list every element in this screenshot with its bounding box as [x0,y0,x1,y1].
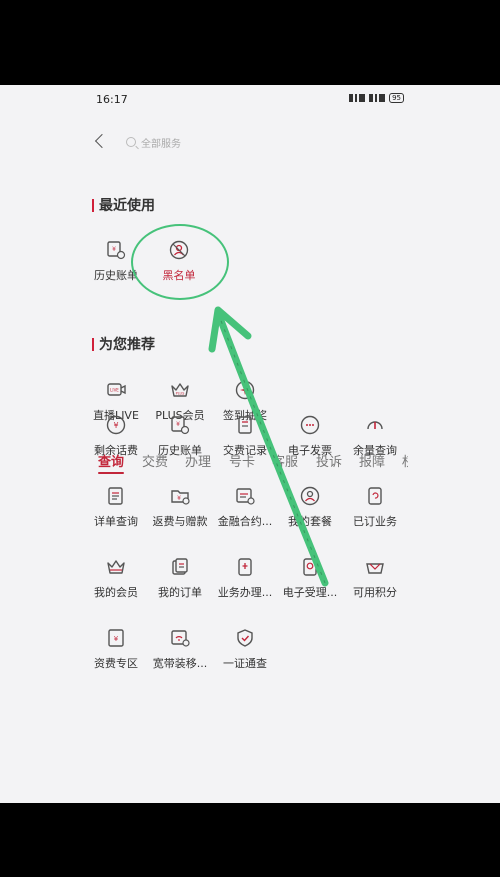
status-bar: 16:17 95 [96,93,404,109]
e-invoice-icon [300,415,320,435]
broadband-icon [171,630,190,647]
tariff-icon: ¥ [108,629,124,647]
search-icon [126,137,136,147]
rebate-folder-icon: ¥ [171,490,190,505]
service-item-label: 宽带装移... [152,657,208,670]
service-item-label: 电子受理... [282,586,338,599]
recent-section-title: 最近使用 [92,195,155,215]
service-item-label: 业务办理... [217,586,273,599]
status-icons: 95 [349,93,404,103]
service-item-label: 剩余话费 [94,444,138,457]
service-item[interactable]: 一证通查 [209,627,281,671]
bill-history-icon: ¥ [107,241,126,260]
svg-text:¥: ¥ [113,421,118,430]
crown-icon: PLUS [171,383,189,397]
service-item-label: 我的订单 [158,586,202,599]
service-item[interactable]: 详单查询 [80,485,152,529]
svg-text:¥: ¥ [112,246,116,253]
service-item[interactable]: 可用积分 [339,556,411,600]
svg-text:¥: ¥ [176,421,180,428]
app-screen: 16:17 95 全部服务 最近使用 ¥ 历史账单 黑名单 为您推荐 LIVE … [0,85,500,803]
top-bar: 全部服务 [92,131,408,153]
my-plan-icon [300,486,320,506]
search-placeholder: 全部服务 [141,138,181,150]
back-button[interactable] [92,131,110,153]
service-item-label: 余量查询 [353,444,397,457]
service-item-label: 我的套餐 [288,515,332,528]
service-item-label: 返费与赠款 [152,515,208,528]
service-item[interactable]: 余量查询 [339,414,411,458]
crown-icon [107,560,125,574]
service-item[interactable]: 业务办理... [209,556,281,600]
service-item[interactable]: 金融合约... [209,485,281,529]
service-item-label: 金融合约... [217,515,273,528]
svg-text:PLUS: PLUS [176,392,185,396]
service-item[interactable]: ¥ 剩余话费 [80,414,152,458]
highlight-circle [131,224,229,300]
service-item-label: 电子发票 [288,444,332,457]
service-item-label: 我的会员 [94,586,138,599]
service-item[interactable]: 宽带装移... [144,627,216,671]
e-accept-icon [303,558,317,576]
service-item-label: 资费专区 [94,657,138,670]
service-item[interactable]: ¥ 资费专区 [80,627,152,671]
live-icon: LIVE [107,383,126,396]
service-item[interactable]: 已订业务 [339,485,411,529]
subscribed-icon [368,487,382,505]
service-item[interactable]: 我的套餐 [274,485,346,529]
service-item[interactable]: 我的订单 [144,556,216,600]
yuan-circle-icon: ¥ [106,415,126,435]
service-item[interactable]: ¥ 历史账单 [144,414,216,458]
service-item-label: 交费记录 [223,444,267,457]
service-item-label: 已订业务 [353,515,397,528]
checkin-icon [235,380,255,400]
service-item[interactable]: 我的会员 [80,556,152,600]
service-item-label: 可用积分 [353,586,397,599]
service-item-label: 详单查询 [94,515,138,528]
signal-icon-2 [369,94,386,102]
svg-text:LIVE: LIVE [110,388,119,393]
recommend-section-title: 为您推荐 [92,334,155,354]
shield-check-icon [237,629,253,647]
service-item[interactable]: 交费记录 [209,414,281,458]
bill-history-icon: ¥ [171,416,190,435]
orders-icon [172,558,188,575]
service-item[interactable]: 电子发票 [274,414,346,458]
status-time: 16:17 [96,93,128,106]
finance-contract-icon [236,488,255,505]
business-icon [238,558,252,576]
payment-record-icon [238,416,252,434]
gauge-icon [367,421,383,430]
signal-icon [349,94,366,102]
service-item[interactable]: ¥ 返费与赠款 [144,485,216,529]
search-input[interactable]: 全部服务 [126,133,306,151]
detail-list-icon [108,487,123,505]
battery-icon: 95 [389,93,404,103]
svg-text:¥: ¥ [114,635,119,643]
service-item-label: 历史账单 [158,444,202,457]
service-item[interactable]: 电子受理... [274,556,346,600]
service-item-label: 一证通查 [223,657,267,670]
points-icon [366,563,384,574]
svg-text:¥: ¥ [177,495,181,502]
